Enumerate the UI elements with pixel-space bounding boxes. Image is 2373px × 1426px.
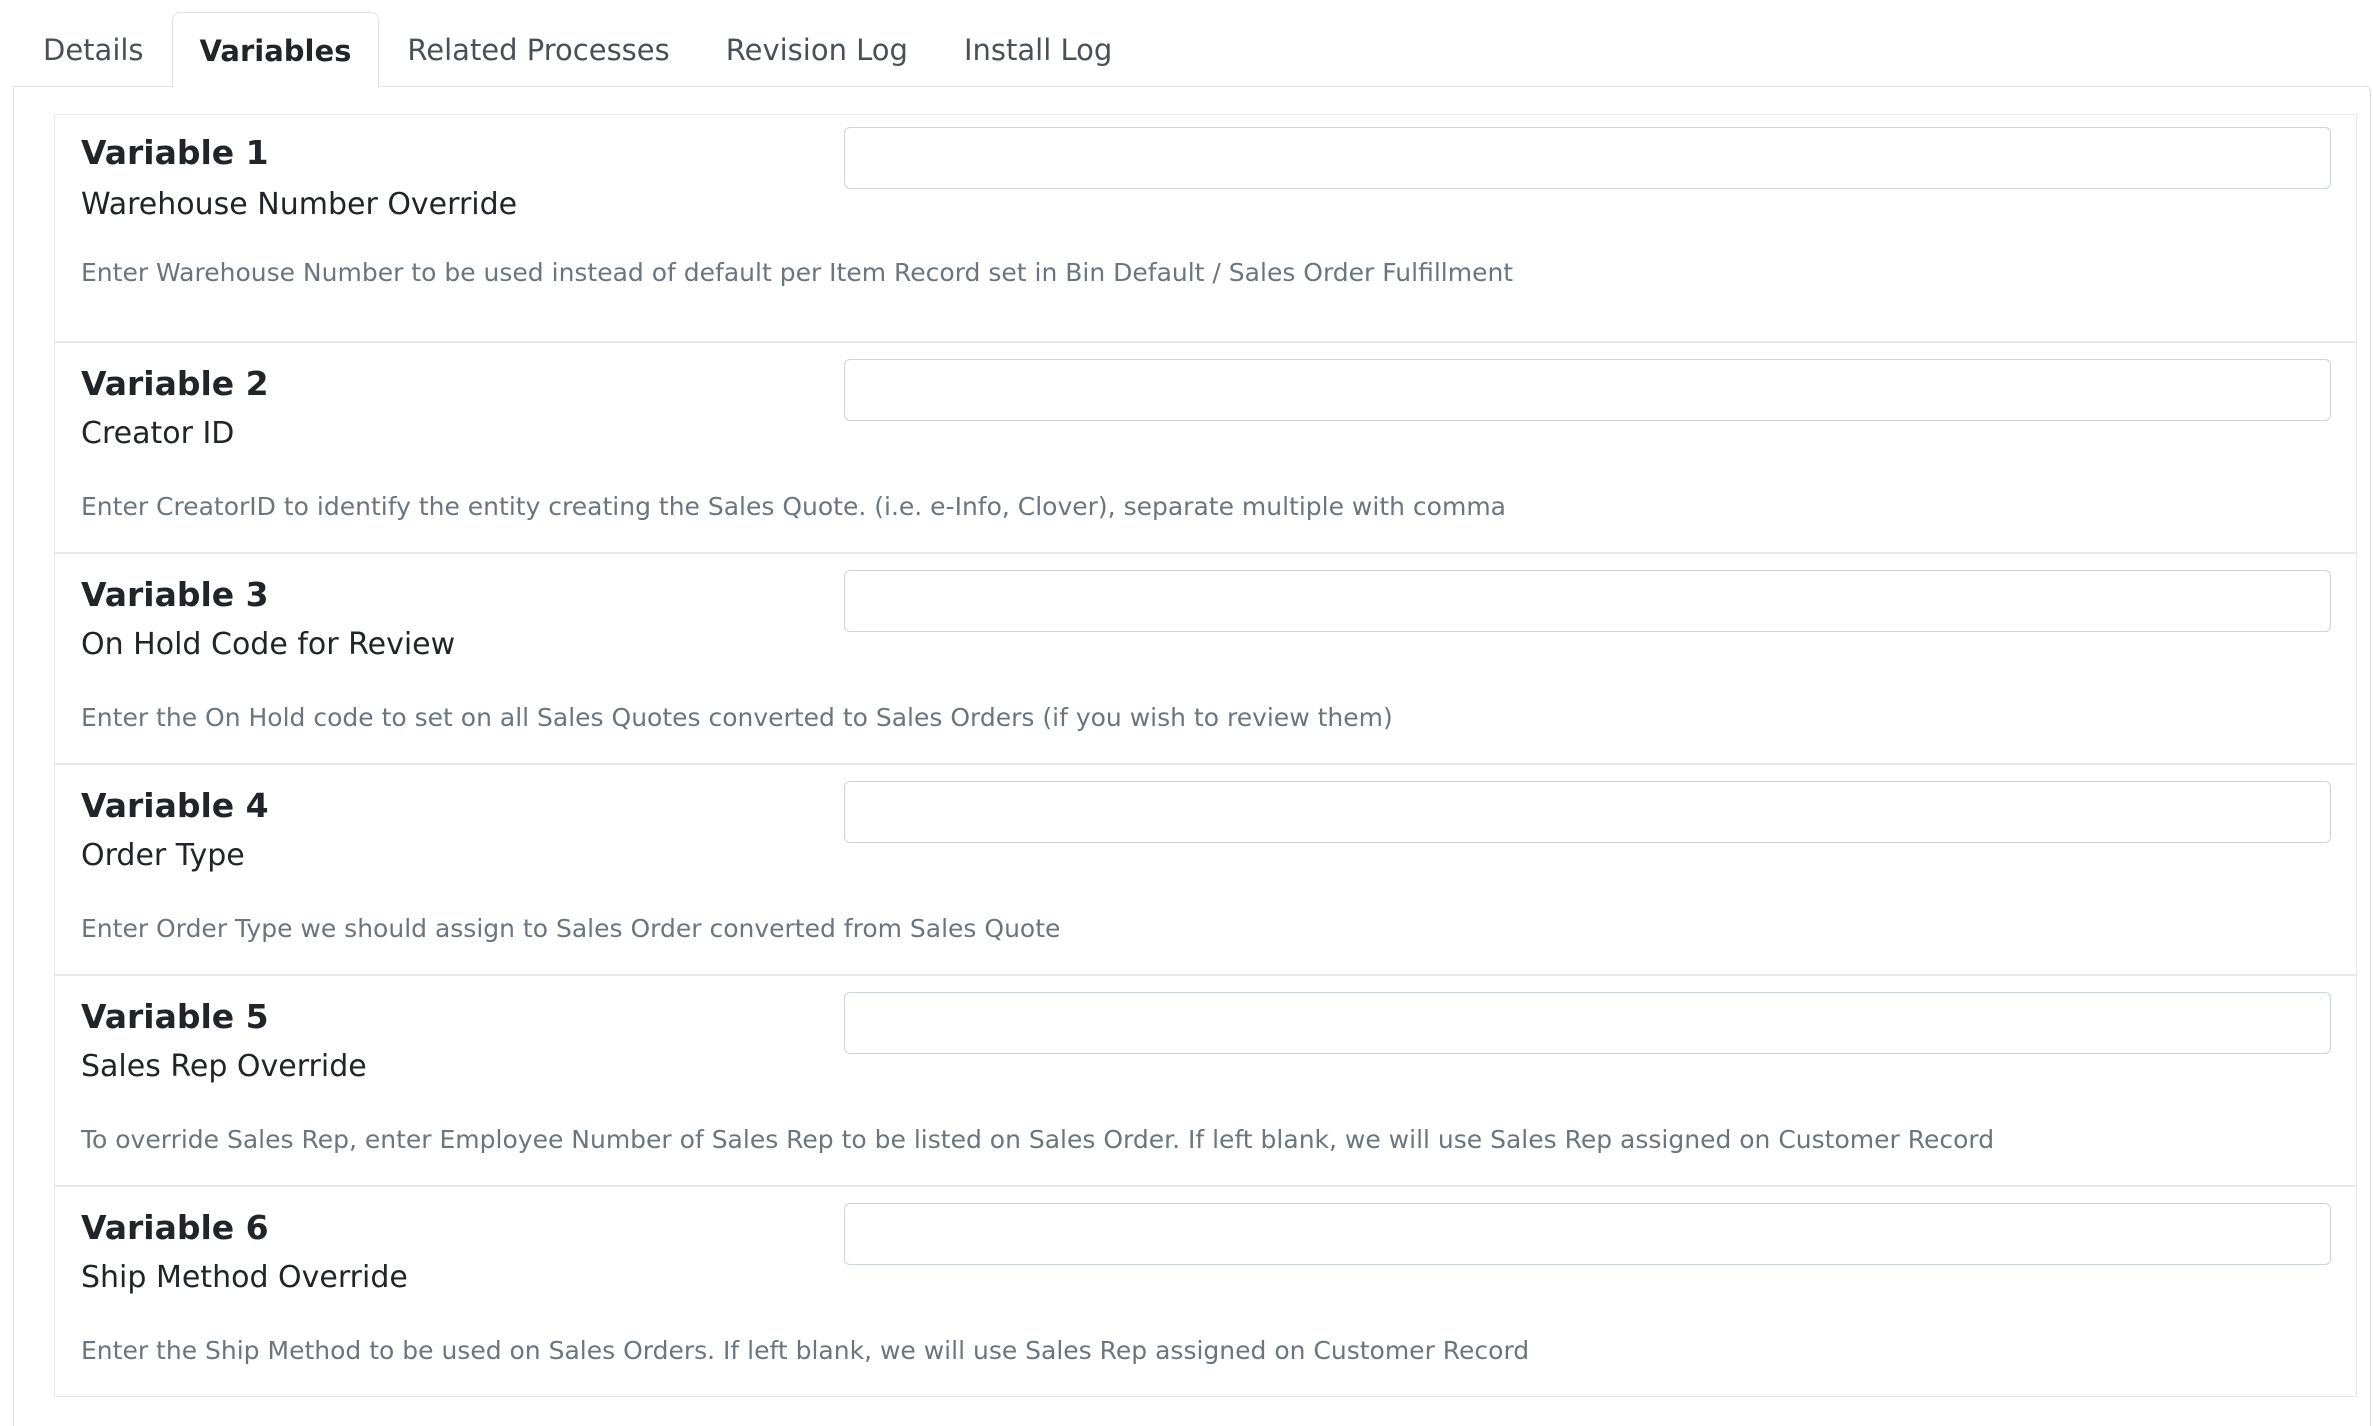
variable-row-3: Variable 3 On Hold Code for Review Enter… <box>54 553 2357 764</box>
variable-description: Enter the On Hold code to set on all Sal… <box>81 703 1393 732</box>
variables-panel: Variable 1 Warehouse Number Override Ent… <box>13 86 2371 1426</box>
variable-title: Variable 3 <box>81 575 269 614</box>
tab-bar: Details Variables Related Processes Revi… <box>15 12 1140 88</box>
variable-label: Sales Rep Override <box>81 1049 367 1084</box>
variable-label: Warehouse Number Override <box>81 187 518 222</box>
variable-title: Variable 2 <box>81 364 269 403</box>
variable-5-input[interactable] <box>844 992 2331 1054</box>
variable-description: To override Sales Rep, enter Employee Nu… <box>81 1125 1995 1154</box>
variable-description: Enter CreatorID to identify the entity c… <box>81 492 1506 521</box>
variable-title: Variable 5 <box>81 997 269 1036</box>
variable-4-input[interactable] <box>844 781 2331 843</box>
tab-related-processes[interactable]: Related Processes <box>379 12 697 86</box>
variable-6-input[interactable] <box>844 1203 2331 1265</box>
variable-row-5: Variable 5 Sales Rep Override To overrid… <box>54 975 2357 1186</box>
variable-label: Order Type <box>81 838 245 873</box>
variable-row-1: Variable 1 Warehouse Number Override Ent… <box>54 114 2357 342</box>
variable-title: Variable 1 <box>81 133 269 172</box>
tab-install-log[interactable]: Install Log <box>936 12 1140 86</box>
variable-row-4: Variable 4 Order Type Enter Order Type w… <box>54 764 2357 975</box>
variable-label: Creator ID <box>81 416 235 451</box>
variable-3-input[interactable] <box>844 570 2331 632</box>
tab-details[interactable]: Details <box>15 12 172 86</box>
variable-label: Ship Method Override <box>81 1260 408 1295</box>
variable-row-2: Variable 2 Creator ID Enter CreatorID to… <box>54 342 2357 553</box>
variable-1-input[interactable] <box>844 127 2331 189</box>
tab-variables[interactable]: Variables <box>171 12 380 88</box>
variable-title: Variable 4 <box>81 786 269 825</box>
variable-row-6: Variable 6 Ship Method Override Enter th… <box>54 1186 2357 1397</box>
variable-label: On Hold Code for Review <box>81 627 456 662</box>
variable-description: Enter Order Type we should assign to Sal… <box>81 914 1061 943</box>
variable-description: Enter Warehouse Number to be used instea… <box>81 258 1514 287</box>
variable-2-input[interactable] <box>844 359 2331 421</box>
tab-revision-log[interactable]: Revision Log <box>698 12 936 86</box>
variable-description: Enter the Ship Method to be used on Sale… <box>81 1336 1530 1365</box>
variable-title: Variable 6 <box>81 1208 269 1247</box>
